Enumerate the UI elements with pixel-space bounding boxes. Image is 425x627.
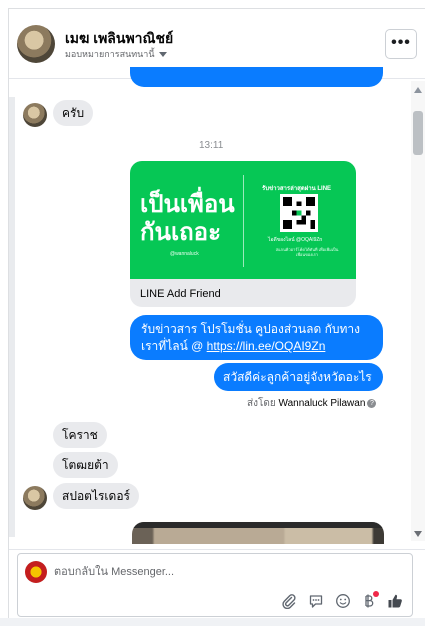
promo-headline: เป็นเพื่อน กันเถอะ (140, 191, 235, 246)
message-bubble-outgoing[interactable]: สวัสดีค่ะลูกค้าอยู่จังหวัดอะไรคะ (214, 363, 383, 412)
baht-icon[interactable] (360, 591, 379, 610)
message-photo[interactable] (132, 522, 384, 544)
qr-code-icon (280, 194, 318, 232)
emoji-icon[interactable] (334, 592, 352, 610)
scroll-up-icon[interactable] (414, 87, 422, 93)
avatar[interactable] (17, 25, 55, 63)
notification-dot (373, 591, 379, 597)
assign-label: มอบหมายการสนทนานี้ (65, 49, 155, 59)
promo-fine-print: สแกนคิวอาร์โค้ดได้ทันที เพื่อเพิ่มเป็นเพ… (275, 247, 339, 257)
left-edge (9, 97, 15, 537)
page-bottom-edge (0, 618, 425, 626)
reply-box (17, 553, 413, 617)
promo-tagline: @wannaluck (170, 251, 199, 257)
scrollbar[interactable] (411, 81, 425, 541)
message-bubble-incoming[interactable]: โคราช (53, 422, 107, 448)
assign-conversation-dropdown[interactable]: มอบหมายการสนทนานี้ (65, 47, 167, 61)
message-bubble-incoming[interactable]: ครับ (53, 100, 94, 126)
reply-input[interactable] (54, 564, 354, 580)
message-bubble-incoming[interactable]: สปอตไรเดอร์ (53, 483, 139, 509)
info-icon[interactable]: ? (367, 398, 377, 408)
scrollbar-thumb[interactable] (413, 111, 423, 155)
contact-avatar[interactable] (23, 103, 47, 127)
sent-by-label: ส่งโดย Wannaluck Pilawan? (247, 396, 377, 411)
card-title: LINE Add Friend (140, 288, 221, 300)
page-avatar (25, 561, 47, 583)
promo-scan-text: รับข่าวสารล่าสุดผ่าน LINE (262, 186, 332, 192)
like-icon[interactable] (386, 592, 404, 610)
card-divider (243, 175, 244, 267)
sender-name[interactable]: Wannaluck Pilawan (279, 398, 366, 409)
promo-line-id: ไอดีของไลน์ @OQAI9Zn (268, 237, 323, 243)
message-bubble-outgoing[interactable] (130, 67, 383, 87)
message-bubble-incoming[interactable]: โตฒยต้า (53, 452, 118, 478)
conversation-panel: เมฆ เพลินพาณิชย์ มอบหมายการสนทนานี้ ••• … (8, 8, 425, 627)
line-link[interactable]: https://lin.ee/OQAI9Zn (207, 339, 326, 353)
saved-reply-icon[interactable] (307, 592, 325, 610)
more-options-button[interactable]: ••• (385, 29, 417, 59)
paperclip-icon[interactable] (280, 592, 298, 610)
caret-down-icon (158, 52, 167, 58)
message-timestamp: 13:11 (199, 140, 224, 151)
scroll-down-icon[interactable] (414, 531, 422, 537)
line-add-friend-card[interactable]: เป็นเพื่อน กันเถอะ @wannaluck รับข่าวสารล… (130, 161, 356, 307)
contact-avatar[interactable] (23, 486, 47, 510)
line-promo-image: เป็นเพื่อน กันเถอะ @wannaluck รับข่าวสารล… (130, 161, 356, 279)
composer (9, 549, 425, 627)
message-bubble-outgoing[interactable]: รับข่าวสาร โปรโมชั่น คูปองส่วนลด กับทางเ… (130, 315, 383, 360)
